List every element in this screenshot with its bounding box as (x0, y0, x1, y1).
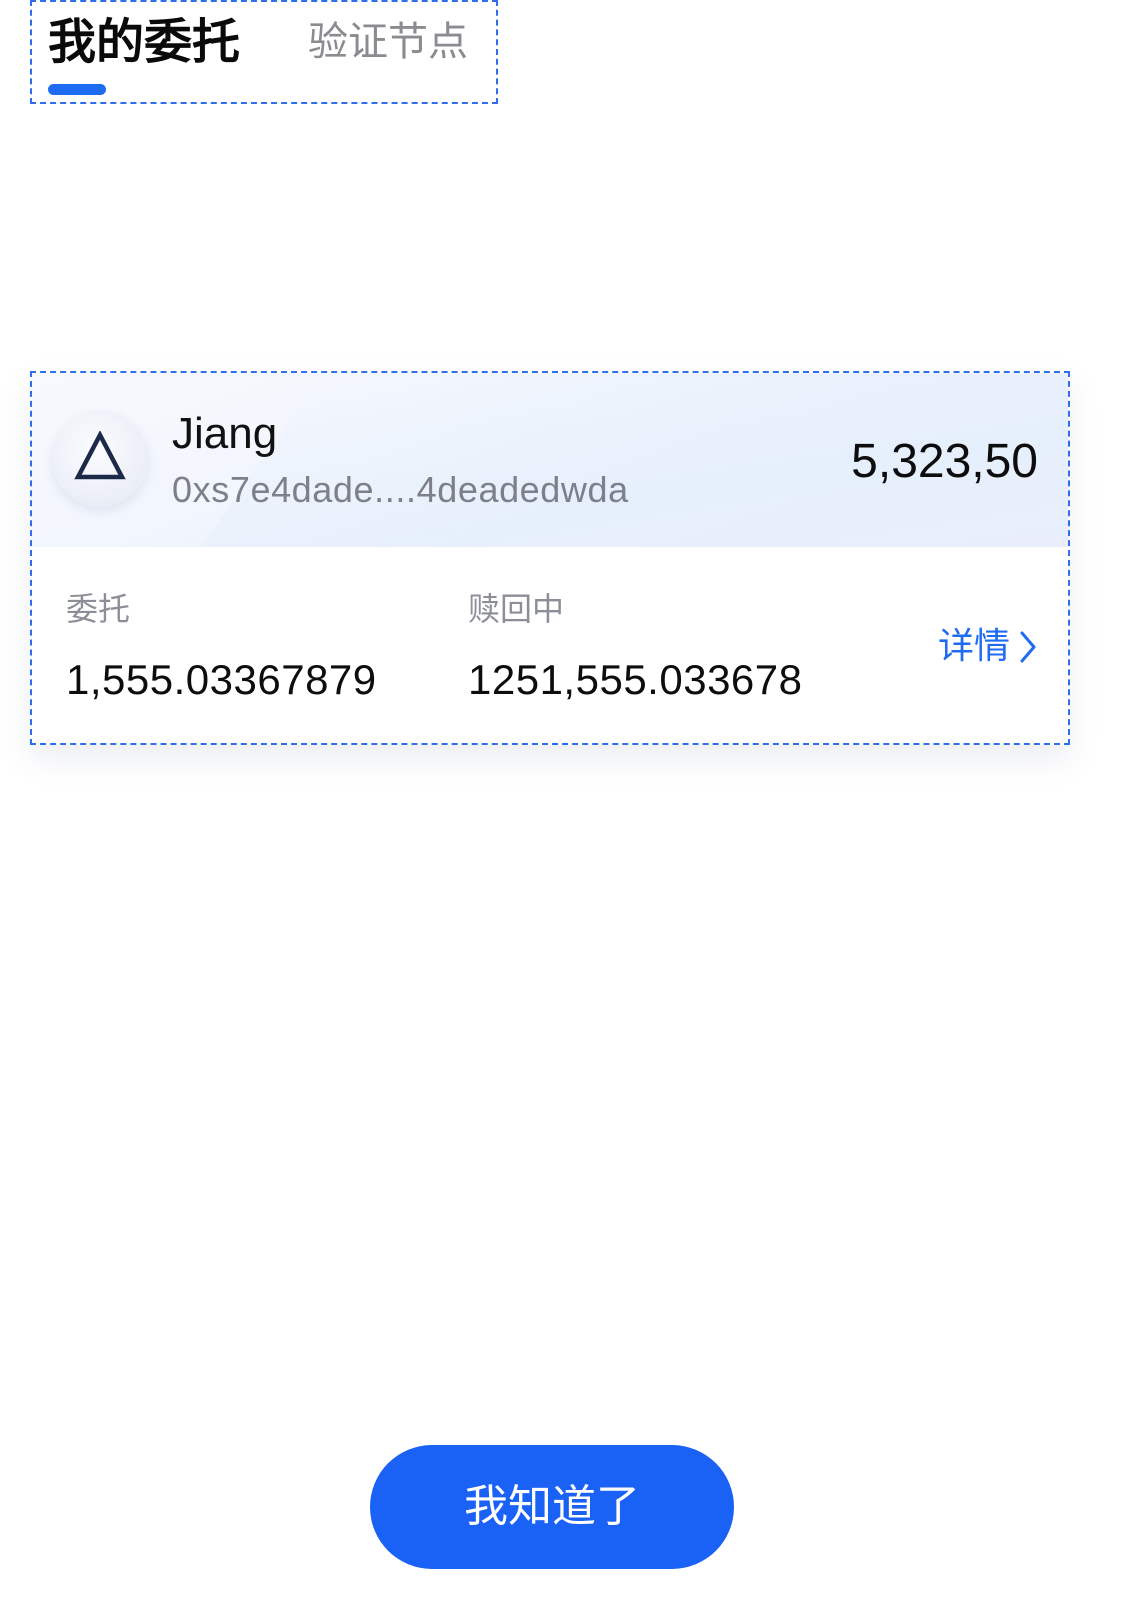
chevron-right-icon (1020, 631, 1036, 663)
tab-validators[interactable]: 验证节点 (308, 12, 468, 72)
tab-bar: 我的委托 验证节点 (30, 0, 498, 104)
tab-my-delegations[interactable]: 我的委托 (48, 12, 240, 72)
details-link[interactable]: 详情 (938, 623, 1038, 671)
validator-avatar (52, 411, 148, 507)
validator-amount: 5,323,50 (851, 435, 1038, 488)
confirm-button[interactable]: 我知道了 (370, 1445, 734, 1569)
redeeming-value: 1251,555.033678 (468, 656, 803, 703)
validator-name: Jiang (172, 409, 278, 458)
delegation-card[interactable]: Jiang 0xs7e4dade....4deadedwda 5,323,50 … (30, 371, 1070, 745)
details-label: 详情 (937, 626, 1010, 667)
redeeming-label: 赎回中 (468, 590, 565, 628)
triangle-logo-icon (74, 431, 126, 480)
validator-address: 0xs7e4dade....4deadedwda (172, 469, 629, 510)
delegated-label: 委托 (66, 590, 131, 628)
active-tab-indicator (48, 84, 106, 95)
delegated-value: 1,555.03367879 (66, 656, 377, 703)
